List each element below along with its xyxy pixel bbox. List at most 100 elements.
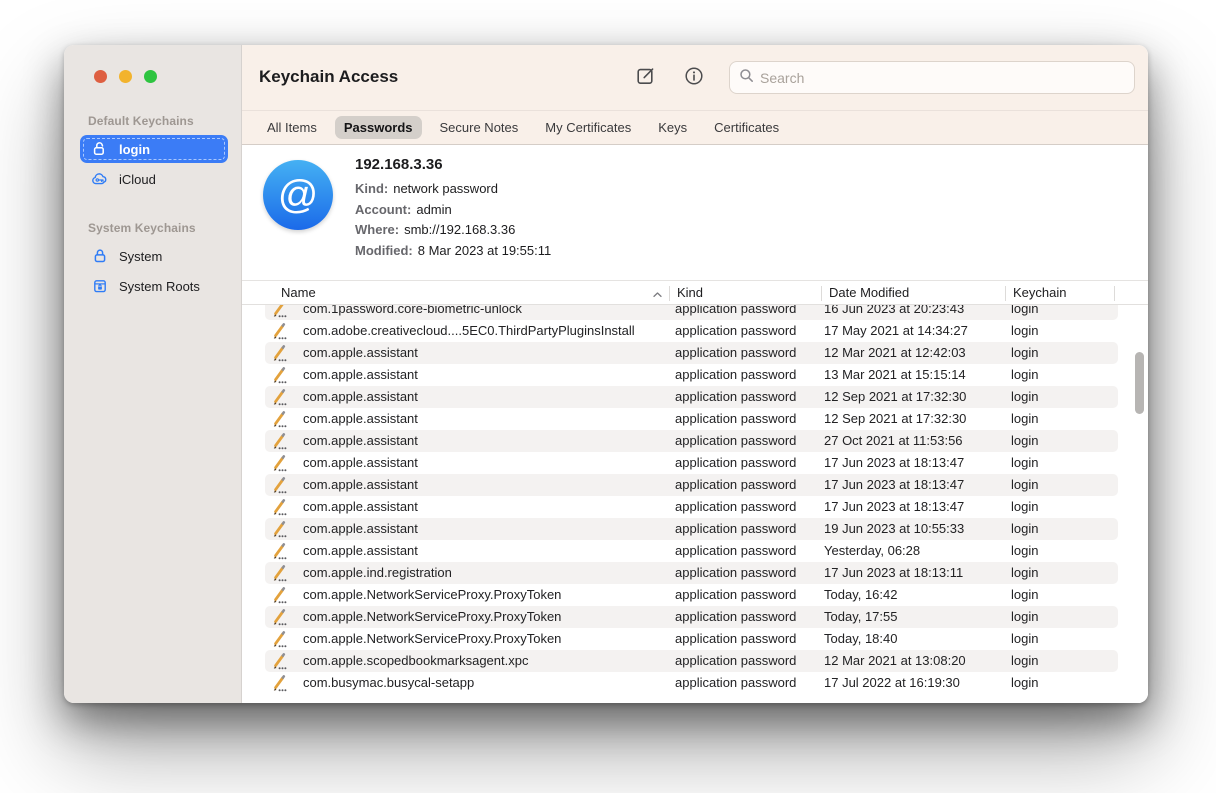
row-date-modified: 27 Oct 2021 at 11:53:56 [824,433,963,448]
sidebar-item-login[interactable]: login [80,135,228,163]
row-keychain: login [1011,521,1038,536]
row-kind: application password [675,323,796,338]
column-header-date-modified[interactable]: Date Modified [829,285,909,300]
table-header: Name Kind Date Modified Keychain [242,280,1148,305]
table-row[interactable]: com.adobe.creativecloud....5EC0.ThirdPar… [265,320,1118,342]
tab-certificates[interactable]: Certificates [705,116,788,139]
row-keychain: login [1011,631,1038,646]
row-keychain: login [1011,543,1038,558]
table-row[interactable]: com.apple.assistant application password… [265,342,1118,364]
table-row[interactable]: com.apple.assistant application password… [265,518,1118,540]
vertical-scrollbar[interactable] [1135,352,1144,414]
row-kind: application password [675,565,796,580]
sidebar-item-label: System Roots [119,279,200,294]
row-kind: application password [675,543,796,558]
tab-keys[interactable]: Keys [649,116,696,139]
row-date-modified: Today, 18:40 [824,631,897,646]
main-panel: Keychain Access [242,45,1148,703]
password-item-icon [271,521,288,541]
table-row[interactable]: com.apple.scopedbookmarksagent.xpc appli… [265,650,1118,672]
table-row[interactable]: com.apple.assistant application password… [265,496,1118,518]
info-button[interactable] [682,66,706,90]
password-item-icon [271,609,288,629]
search-input[interactable] [760,70,1134,86]
app-title: Keychain Access [259,67,398,87]
zoom-window-button[interactable] [144,70,157,83]
column-divider[interactable] [821,286,822,301]
minimize-window-button[interactable] [119,70,132,83]
row-keychain: login [1011,477,1038,492]
sidebar-item-icloud[interactable]: iCloud [80,165,228,193]
sidebar-section-default-keychains: Default Keychains [88,114,241,128]
tab-all-items[interactable]: All Items [258,116,326,139]
row-name: com.apple.assistant [303,411,418,426]
column-divider[interactable] [1114,286,1115,301]
row-date-modified: 17 Jun 2023 at 18:13:11 [824,565,963,580]
search-icon [739,68,754,88]
tab-my-certificates[interactable]: My Certificates [536,116,640,139]
table-row[interactable]: com.apple.assistant application password… [265,452,1118,474]
network-password-icon: @ [263,160,333,230]
table-row[interactable]: com.1password.core-biometric-unlock appl… [265,305,1118,320]
column-divider[interactable] [669,286,670,301]
row-kind: application password [675,609,796,624]
row-kind: application password [675,499,796,514]
row-name: com.apple.assistant [303,477,418,492]
row-kind: application password [675,477,796,492]
new-item-button[interactable] [634,66,658,90]
cloud-key-icon [91,172,109,186]
tab-secure-notes[interactable]: Secure Notes [431,116,528,139]
row-kind: application password [675,587,796,602]
row-date-modified: Today, 16:42 [824,587,897,602]
row-keychain: login [1011,565,1038,580]
row-keychain: login [1011,345,1038,360]
row-name: com.apple.assistant [303,543,418,558]
row-kind: application password [675,411,796,426]
table-row[interactable]: com.apple.NetworkServiceProxy.ProxyToken… [265,584,1118,606]
table-row[interactable]: com.apple.assistant application password… [265,474,1118,496]
row-date-modified: 17 Jun 2023 at 18:13:47 [824,477,964,492]
column-header-kind[interactable]: Kind [677,285,703,300]
row-name: com.busymac.busycal-setapp [303,675,474,690]
table-row[interactable]: com.apple.assistant application password… [265,408,1118,430]
row-keychain: login [1011,609,1038,624]
row-keychain: login [1011,653,1038,668]
password-item-icon [271,565,288,585]
row-kind: application password [675,675,796,690]
close-window-button[interactable] [94,70,107,83]
table-row[interactable]: com.apple.assistant application password… [265,386,1118,408]
row-date-modified: 12 Mar 2021 at 13:08:20 [824,653,966,668]
row-kind: application password [675,653,796,668]
table-row[interactable]: com.apple.NetworkServiceProxy.ProxyToken… [265,606,1118,628]
password-item-icon [271,389,288,409]
row-name: com.apple.assistant [303,389,418,404]
table-row[interactable]: com.apple.ind.registration application p… [265,562,1118,584]
table-row[interactable]: com.apple.NetworkServiceProxy.ProxyToken… [265,628,1118,650]
table-row[interactable]: com.apple.assistant application password… [265,540,1118,562]
row-name: com.apple.assistant [303,455,418,470]
row-kind: application password [675,433,796,448]
column-header-name[interactable]: Name [281,285,316,300]
info-icon [683,65,705,92]
row-kind: application password [675,367,796,382]
sidebar-item-system[interactable]: System [80,242,228,270]
table-row[interactable]: com.busymac.busycal-setapp application p… [265,672,1118,694]
compose-icon [635,65,657,92]
column-divider[interactable] [1005,286,1006,301]
row-keychain: login [1011,389,1038,404]
sidebar-item-label: login [119,142,150,157]
row-date-modified: 17 May 2021 at 14:34:27 [824,323,968,338]
row-kind: application password [675,305,796,316]
sidebar-item-system-roots[interactable]: System Roots [80,272,228,300]
row-name: com.apple.scopedbookmarksagent.xpc [303,653,528,668]
sidebar-item-label: iCloud [119,172,156,187]
password-table-rows: com.1password.core-biometric-unlock appl… [242,305,1148,694]
tab-passwords[interactable]: Passwords [335,116,422,139]
row-kind: application password [675,631,796,646]
table-row[interactable]: com.apple.assistant application password… [265,364,1118,386]
column-header-keychain[interactable]: Keychain [1013,285,1066,300]
search-field[interactable] [729,61,1135,94]
password-item-icon [271,653,288,673]
window-controls [64,45,241,83]
table-row[interactable]: com.apple.assistant application password… [265,430,1118,452]
